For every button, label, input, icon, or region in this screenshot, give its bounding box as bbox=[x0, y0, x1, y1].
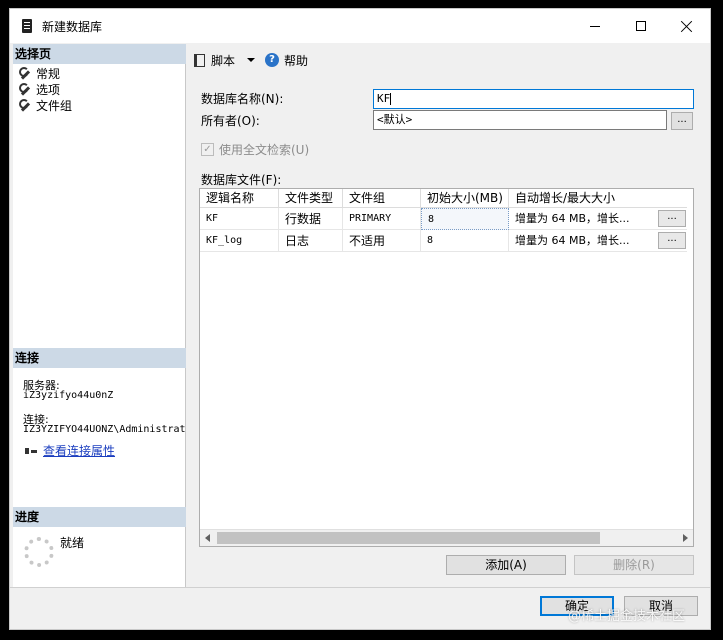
view-connection-properties-link[interactable]: 查看连接属性 bbox=[43, 444, 115, 458]
owner-label: 所有者(O): bbox=[201, 114, 260, 128]
column-header-autogrowth[interactable]: 自动增长/最大大小 bbox=[509, 189, 687, 208]
cell-filegroup[interactable]: PRIMARY bbox=[343, 208, 421, 230]
page-item-label: 常规 bbox=[36, 66, 61, 81]
script-icon[interactable] bbox=[194, 53, 205, 67]
column-header-logical-name[interactable]: 逻辑名称 bbox=[200, 189, 279, 208]
toolbar: 脚本 ? 帮助 bbox=[194, 49, 308, 71]
window-title: 新建数据库 bbox=[42, 19, 103, 34]
add-button[interactable]: 添加(A) bbox=[446, 555, 566, 575]
db-name-input[interactable]: KF bbox=[373, 89, 694, 109]
progress-status: 就绪 bbox=[60, 536, 85, 550]
owner-input[interactable]: <默认> bbox=[373, 110, 667, 130]
page-item-label: 选项 bbox=[36, 82, 61, 97]
grid-horizontal-scrollbar[interactable] bbox=[200, 529, 693, 546]
plug-icon bbox=[24, 446, 38, 458]
minimize-button[interactable] bbox=[572, 9, 618, 43]
db-files-grid: 逻辑名称 文件类型 文件组 初始大小(MB) 自动增长/最大大小 KF 行数据 … bbox=[199, 188, 694, 547]
progress-header: 进度 bbox=[13, 507, 186, 527]
script-dropdown-icon[interactable] bbox=[247, 58, 256, 62]
left-panel: 选择页 常规 选项 文件组 连接 服务器: iZ3yzifyo44u0nZ 连接… bbox=[13, 44, 186, 587]
app-icon bbox=[22, 19, 32, 33]
wrench-icon bbox=[19, 83, 31, 95]
db-name-value: KF bbox=[377, 92, 391, 105]
close-button[interactable] bbox=[664, 9, 710, 43]
view-connection-properties[interactable]: 查看连接属性 bbox=[24, 442, 115, 459]
db-name-label: 数据库名称(N): bbox=[201, 92, 284, 106]
page-item-filegroups[interactable]: 文件组 bbox=[19, 97, 72, 113]
help-button[interactable]: 帮助 bbox=[284, 52, 308, 69]
close-icon bbox=[681, 20, 693, 32]
autogrowth-edit-button[interactable]: ... bbox=[658, 210, 686, 227]
fulltext-checkbox[interactable]: ✓ bbox=[201, 143, 214, 156]
fulltext-label: 使用全文检索(U) bbox=[219, 143, 310, 157]
page-item-general[interactable]: 常规 bbox=[19, 65, 60, 81]
remove-button[interactable]: 删除(R) bbox=[574, 555, 694, 575]
server-value: iZ3yzifyo44u0nZ bbox=[23, 390, 114, 401]
cell-initial-size[interactable]: 8 bbox=[421, 230, 509, 252]
footer-divider bbox=[10, 587, 710, 588]
scroll-left-icon[interactable] bbox=[205, 534, 210, 542]
minimize-icon bbox=[590, 25, 600, 27]
grid-header: 逻辑名称 文件类型 文件组 初始大小(MB) 自动增长/最大大小 bbox=[200, 189, 687, 208]
maximize-icon bbox=[636, 21, 646, 31]
select-page-header: 选择页 bbox=[13, 44, 186, 64]
scroll-thumb[interactable] bbox=[217, 532, 600, 544]
cell-logical-name[interactable]: KF_log bbox=[200, 230, 279, 252]
title-bar: 新建数据库 bbox=[10, 9, 710, 43]
column-header-filegroup[interactable]: 文件组 bbox=[343, 189, 421, 208]
cell-initial-size[interactable]: 8 bbox=[421, 208, 509, 230]
watermark: @稀土掘金技术社区 bbox=[568, 609, 686, 624]
scroll-right-icon[interactable] bbox=[683, 534, 688, 542]
help-icon[interactable]: ? bbox=[265, 53, 280, 67]
new-database-dialog: 新建数据库 选择页 常规 选项 文件组 连接 服务器: iZ3yzifyo44u… bbox=[9, 8, 711, 630]
connection-value: IZ3YZIFYO44UONZ\Administrat bbox=[23, 424, 186, 435]
wrench-icon bbox=[19, 99, 31, 111]
owner-browse-button[interactable]: ... bbox=[671, 112, 693, 130]
wrench-icon bbox=[19, 67, 31, 79]
cell-filegroup[interactable]: 不适用 bbox=[343, 230, 421, 252]
column-header-file-type[interactable]: 文件类型 bbox=[279, 189, 343, 208]
maximize-button[interactable] bbox=[618, 9, 664, 43]
connection-header: 连接 bbox=[13, 348, 186, 368]
fulltext-checkbox-row[interactable]: ✓ 使用全文检索(U) bbox=[201, 141, 309, 158]
cell-file-type[interactable]: 行数据 bbox=[279, 208, 343, 230]
autogrowth-edit-button[interactable]: ... bbox=[658, 232, 686, 249]
cell-file-type[interactable]: 日志 bbox=[279, 230, 343, 252]
cell-logical-name[interactable]: KF bbox=[200, 208, 279, 230]
script-button[interactable]: 脚本 bbox=[211, 52, 235, 69]
table-row[interactable]: KF 行数据 PRIMARY 8 增量为 64 MB，增长... bbox=[200, 208, 687, 230]
text-caret bbox=[390, 93, 392, 105]
page-item-label: 文件组 bbox=[36, 98, 73, 113]
progress-spinner-icon bbox=[24, 537, 54, 567]
table-row[interactable]: KF_log 日志 不适用 8 增量为 64 MB，增长... bbox=[200, 230, 687, 252]
page-item-options[interactable]: 选项 bbox=[19, 81, 60, 97]
db-files-label: 数据库文件(F): bbox=[201, 173, 282, 187]
column-header-initial-size[interactable]: 初始大小(MB) bbox=[421, 189, 509, 208]
